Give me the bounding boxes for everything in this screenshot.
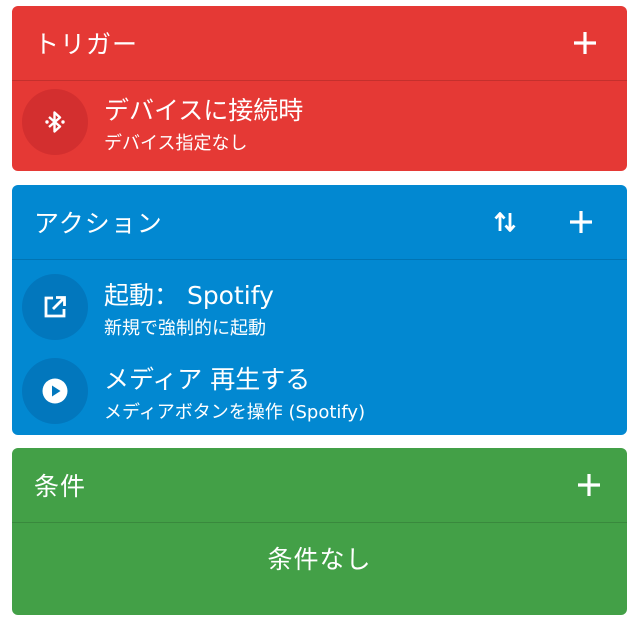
action-item-media-play[interactable]: メディア 再生する メディアボタンを操作 (Spotify) bbox=[12, 350, 627, 432]
condition-title: 条件 bbox=[34, 472, 87, 501]
swap-vertical-icon bbox=[494, 212, 516, 232]
trigger-item-title: デバイスに接続時 bbox=[104, 96, 304, 125]
add-trigger-button[interactable] bbox=[565, 23, 605, 63]
action-card: アクション 起動： Spotify 新規で強制的に起動 メディア 再生する メデ… bbox=[12, 185, 627, 435]
condition-divider bbox=[12, 522, 627, 523]
trigger-card: トリガー デバイスに接続時 デバイス指定なし bbox=[12, 6, 627, 171]
action-item-launch[interactable]: 起動： Spotify 新規で強制的に起動 bbox=[12, 266, 627, 348]
action-title: アクション bbox=[34, 209, 163, 238]
action-item-title: メディア 再生する bbox=[104, 365, 311, 394]
bluetooth-icon bbox=[45, 111, 65, 133]
trigger-title: トリガー bbox=[34, 30, 139, 59]
plus-icon bbox=[574, 32, 596, 54]
open-in-new-icon bbox=[44, 296, 66, 318]
trigger-header: トリガー bbox=[12, 6, 627, 80]
condition-empty-text: 条件なし bbox=[267, 545, 372, 574]
launch-icon-circle bbox=[22, 274, 88, 340]
trigger-item-subtitle: デバイス指定なし bbox=[104, 133, 248, 154]
action-item-subtitle: メディアボタンを操作 (Spotify) bbox=[104, 402, 366, 423]
plus-icon bbox=[578, 474, 600, 496]
action-item-subtitle: 新規で強制的に起動 bbox=[104, 318, 266, 339]
play-icon-circle bbox=[22, 358, 88, 424]
condition-header: 条件 bbox=[12, 448, 627, 522]
play-icon bbox=[42, 378, 68, 404]
reorder-actions-button[interactable] bbox=[485, 202, 525, 242]
condition-card: 条件 条件なし bbox=[12, 448, 627, 615]
action-item-title: 起動： Spotify bbox=[104, 281, 274, 310]
bluetooth-icon-circle bbox=[22, 89, 88, 155]
add-condition-button[interactable] bbox=[569, 465, 609, 505]
action-divider bbox=[12, 259, 627, 260]
plus-icon bbox=[570, 211, 592, 233]
add-action-button[interactable] bbox=[561, 202, 601, 242]
trigger-item-bluetooth[interactable]: デバイスに接続時 デバイス指定なし bbox=[12, 81, 627, 163]
action-header: アクション bbox=[12, 185, 627, 259]
